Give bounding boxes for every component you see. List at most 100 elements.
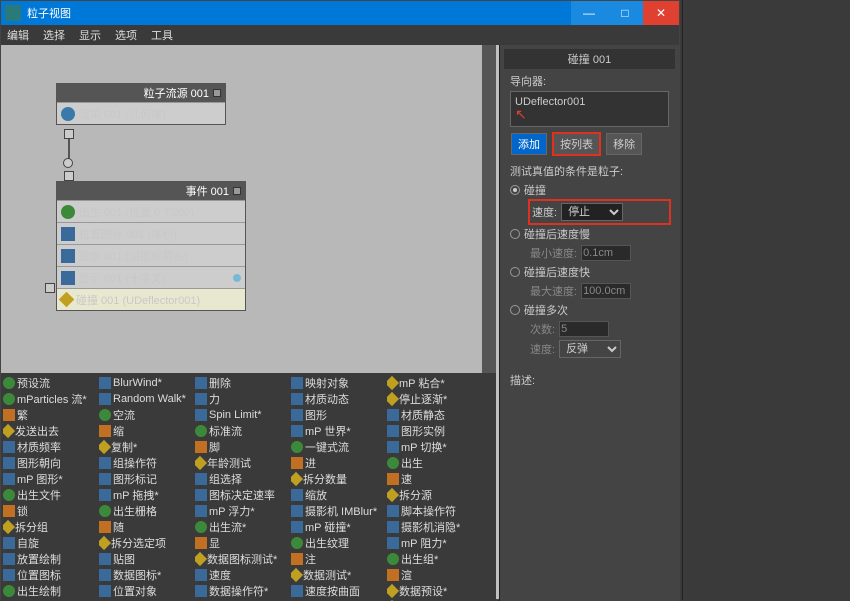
flow-canvas[interactable]: 粒子流源 001 渲染 001 (几何体) 事件 001 出生 001 (位置 … bbox=[1, 45, 496, 373]
node-row-display[interactable]: 显示 001 (十字叉) bbox=[57, 266, 245, 288]
depot-item[interactable]: 力 bbox=[195, 391, 291, 407]
depot-item[interactable]: 复制* bbox=[99, 439, 195, 455]
depot-item[interactable]: 删除 bbox=[195, 375, 291, 391]
menu-options[interactable]: 选项 bbox=[115, 27, 137, 43]
depot-item[interactable]: 显 bbox=[195, 535, 291, 551]
depot-item[interactable]: 摄影机 IMBlur* bbox=[291, 503, 387, 519]
maximize-button[interactable]: □ bbox=[607, 1, 643, 25]
depot-item[interactable]: 繁 bbox=[3, 407, 99, 423]
depot-item[interactable]: 出生文件 bbox=[3, 487, 99, 503]
radio-icon[interactable] bbox=[510, 185, 520, 195]
depot-item[interactable]: 图形标记 bbox=[99, 471, 195, 487]
depot-item[interactable]: 年龄测试 bbox=[195, 455, 291, 471]
depot-item[interactable]: mParticles 流* bbox=[3, 391, 99, 407]
deflector-list[interactable]: UDeflector001 ↖ bbox=[510, 91, 669, 127]
depot-item[interactable]: mP 碰撞* bbox=[291, 519, 387, 535]
opt-fast-row[interactable]: 碰撞后速度快 bbox=[510, 264, 669, 280]
connector-in[interactable] bbox=[64, 171, 74, 181]
node-row-birth[interactable]: 出生 001 (位置 0 T:200) bbox=[57, 200, 245, 222]
depot-item[interactable]: 注 bbox=[291, 551, 387, 567]
min-speed-input[interactable] bbox=[581, 245, 631, 261]
node-source-header[interactable]: 粒子流源 001 bbox=[57, 84, 225, 102]
depot-item[interactable]: 一键式流 bbox=[291, 439, 387, 455]
radio-icon[interactable] bbox=[510, 267, 520, 277]
depot-item[interactable]: 发送出去 bbox=[3, 423, 99, 439]
add-button[interactable]: 添加 bbox=[511, 133, 547, 155]
remove-button[interactable]: 移除 bbox=[606, 133, 642, 155]
depot-item[interactable]: mP 图形* bbox=[3, 471, 99, 487]
depot-item[interactable]: 数据预设* bbox=[387, 583, 483, 599]
titlebar[interactable]: 粒子视图 — □ ✕ bbox=[1, 1, 679, 25]
depot-item[interactable]: 缩放 bbox=[291, 487, 387, 503]
by-list-button[interactable]: 按列表 bbox=[552, 132, 601, 156]
depot-item[interactable]: 组操作符 bbox=[99, 455, 195, 471]
menu-tools[interactable]: 工具 bbox=[151, 27, 173, 43]
depot-item[interactable]: BlurWind* bbox=[99, 375, 195, 391]
minimize-button[interactable]: — bbox=[571, 1, 607, 25]
depot-item[interactable]: 位置对象 bbox=[99, 583, 195, 599]
depot-item[interactable]: 材质频率 bbox=[3, 439, 99, 455]
depot-item[interactable]: 贴图 bbox=[99, 551, 195, 567]
depot-item[interactable]: 脚 bbox=[195, 439, 291, 455]
depot-item[interactable]: 出生流* bbox=[195, 519, 291, 535]
depot-item[interactable]: 速度按曲面 bbox=[291, 583, 387, 599]
depot-item[interactable]: mP 阻力* bbox=[387, 535, 483, 551]
opt-slow-row[interactable]: 碰撞后速度慢 bbox=[510, 226, 669, 242]
depot-item[interactable]: 拆分源 bbox=[387, 487, 483, 503]
node-event-header[interactable]: 事件 001 bbox=[57, 182, 245, 200]
depot-item[interactable]: mP 世界* bbox=[291, 423, 387, 439]
node-row-collision[interactable]: 碰撞 001 (UDeflector001) bbox=[57, 288, 245, 310]
depot-item[interactable]: mP 浮力* bbox=[195, 503, 291, 519]
max-speed-input[interactable] bbox=[581, 283, 631, 299]
times-input[interactable] bbox=[559, 321, 609, 337]
menu-display[interactable]: 显示 bbox=[79, 27, 101, 43]
depot-item[interactable]: 拆分组 bbox=[3, 519, 99, 535]
depot-item[interactable]: 出生 bbox=[387, 455, 483, 471]
node-row-render[interactable]: 渲染 001 (几何体) bbox=[57, 102, 225, 124]
depot-item[interactable]: 摄影机消隐* bbox=[387, 519, 483, 535]
depot-item[interactable]: 数据图标测试* bbox=[195, 551, 291, 567]
depot-item[interactable]: 映射对象 bbox=[291, 375, 387, 391]
menu-select[interactable]: 选择 bbox=[43, 27, 65, 43]
node-row-speed[interactable]: 速度 001 (沿图标箭头) bbox=[57, 244, 245, 266]
output-socket-icon[interactable] bbox=[213, 89, 221, 97]
depot-item[interactable]: 空流 bbox=[99, 407, 195, 423]
depot-item[interactable]: 组选择 bbox=[195, 471, 291, 487]
close-button[interactable]: ✕ bbox=[643, 1, 679, 25]
depot-item[interactable]: 出生纹理 bbox=[291, 535, 387, 551]
depot-item[interactable]: 出生栅格 bbox=[99, 503, 195, 519]
output-socket-icon[interactable] bbox=[233, 187, 241, 195]
depot-item[interactable]: 进 bbox=[291, 455, 387, 471]
depot-item[interactable]: 材质动态 bbox=[291, 391, 387, 407]
node-event[interactable]: 事件 001 出生 001 (位置 0 T:200) 位置图标 001 (体积)… bbox=[56, 181, 246, 311]
depot-item[interactable]: mP 拖拽* bbox=[99, 487, 195, 503]
opt-collide-row[interactable]: 碰撞 bbox=[510, 182, 669, 198]
depot-item[interactable]: 位置图标 bbox=[3, 567, 99, 583]
depot-item[interactable]: 标准流 bbox=[195, 423, 291, 439]
depot-item[interactable]: 预设流 bbox=[3, 375, 99, 391]
depot-item[interactable]: 出生组* bbox=[387, 551, 483, 567]
depot-item[interactable]: 材质静态 bbox=[387, 407, 483, 423]
depot-item[interactable]: 随 bbox=[99, 519, 195, 535]
depot-item[interactable]: 速 bbox=[387, 471, 483, 487]
depot-item[interactable]: 图形朝向 bbox=[3, 455, 99, 471]
depot-item[interactable]: Random Walk* bbox=[99, 391, 195, 407]
radio-icon[interactable] bbox=[510, 305, 520, 315]
depot-item[interactable]: 速度 bbox=[195, 567, 291, 583]
depot-item[interactable]: 图标决定速率 bbox=[195, 487, 291, 503]
operator-depot[interactable]: 预设流BlurWind*删除映射对象mP 粘合*mParticles 流*Ran… bbox=[1, 373, 496, 601]
depot-item[interactable]: 脚本操作符 bbox=[387, 503, 483, 519]
depot-item[interactable]: 渲 bbox=[387, 567, 483, 583]
depot-item[interactable]: 图形实例 bbox=[387, 423, 483, 439]
depot-item[interactable]: 停止逐渐* bbox=[387, 391, 483, 407]
opt-multi-row[interactable]: 碰撞多次 bbox=[510, 302, 669, 318]
menu-edit[interactable]: 编辑 bbox=[7, 27, 29, 43]
radio-icon[interactable] bbox=[510, 229, 520, 239]
depot-item[interactable]: 放置绘制 bbox=[3, 551, 99, 567]
connector-out[interactable] bbox=[64, 129, 74, 139]
depot-item[interactable]: 出生绘制 bbox=[3, 583, 99, 599]
depot-item[interactable]: 拆分选定项 bbox=[99, 535, 195, 551]
depot-item[interactable]: 锁 bbox=[3, 503, 99, 519]
depot-item[interactable]: 拆分数量 bbox=[291, 471, 387, 487]
depot-item[interactable]: 数据测试* bbox=[291, 567, 387, 583]
